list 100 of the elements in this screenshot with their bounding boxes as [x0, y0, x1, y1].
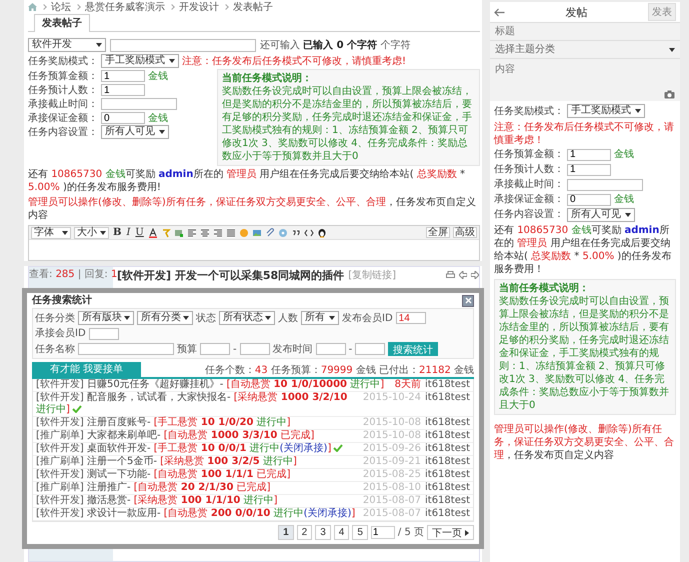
font-select[interactable]: 字体 — [31, 226, 71, 238]
field-label: 任务奖励模式： — [494, 104, 564, 118]
filter-field[interactable] — [316, 343, 346, 355]
caret-right-icon — [465, 530, 469, 536]
filter-label: 人数 — [278, 312, 298, 324]
select-field[interactable]: 所有人可见 — [101, 125, 169, 139]
close-button[interactable] — [462, 294, 474, 306]
field-label: 任务内容设置： — [494, 208, 564, 221]
input-field[interactable]: 1 — [101, 84, 145, 96]
tab[interactable]: 发表帖子 — [34, 14, 90, 32]
breadcrumb-link[interactable]: 悬赏任务威客演示 — [85, 0, 165, 14]
code-icon[interactable] — [304, 228, 314, 238]
task-link[interactable]: [软件开发] 求设计一款应用- [自动悬赏 200 0/0/10 进行中(关闭承接)] — [36, 508, 359, 520]
dialog-title: 任务搜索统计 — [32, 294, 92, 307]
next-page-button[interactable]: 下一页 — [427, 525, 474, 540]
filter-field[interactable] — [200, 343, 230, 355]
caret-icon — [100, 230, 106, 234]
input-field[interactable]: 1 — [567, 164, 611, 176]
category-select[interactable]: 软件开发 — [28, 38, 106, 52]
page-total: / 5 页 — [398, 526, 424, 539]
caret-icon — [329, 316, 335, 320]
page-button[interactable]: 5 — [352, 525, 368, 540]
task-link[interactable]: [软件开发] 桌面软件开发- [手工悬赏 10 0/0/1 进行中(关闭承接)] — [36, 443, 359, 455]
editor-mode-button[interactable]: 高级 — [453, 227, 477, 238]
task-date: 2015-08-07 — [362, 508, 421, 520]
task-link[interactable]: [推广刷单] 注册一个5金币- [采纳悬赏 100 3/2/5 进行中] — [36, 456, 359, 468]
list-icon[interactable] — [226, 228, 236, 238]
input-field[interactable] — [101, 98, 177, 110]
input-field[interactable]: 1 — [101, 70, 145, 82]
warning-text: 注意：任务发布后任务模式不可修改，请慎重考虑! — [182, 54, 406, 68]
filter-label: 预算 — [177, 342, 197, 356]
filter-field[interactable]: 14 — [396, 312, 426, 324]
task-link[interactable]: [推广刷单] 大家都来刷单吧- [自动悬赏 1000 3/3/10 已完成] — [36, 430, 359, 442]
fee-note: 还有 10865730 金钱可奖励 admin所在的 管理员 用户组在任务完成后要交纳给本站( 总奖励数 * 5.00% )的任务发布服务费用！ — [494, 224, 672, 276]
select-field[interactable]: 手工奖励模式 — [567, 104, 645, 118]
task-date: 2015-08-07 — [362, 495, 421, 507]
filter-select[interactable]: 所有版块 — [78, 311, 134, 325]
input-field[interactable]: 1 — [567, 148, 611, 160]
task-link[interactable]: [软件开发] 测试一下功能- [自动悬赏 100 1/1/1 已完成] — [36, 469, 359, 481]
task-link[interactable]: [软件开发] 日赚50元任务《超好赚挂机》- [自动悬赏 10 1/0/10000 进行中] — [36, 379, 391, 391]
task-user: it618test — [425, 417, 470, 429]
filter-field[interactable] — [78, 343, 174, 355]
align-right-icon[interactable] — [212, 228, 223, 238]
format-button[interactable]: U — [134, 227, 145, 238]
breadcrumb-link[interactable]: 发表帖子 — [233, 0, 273, 14]
text-color-icon[interactable] — [148, 228, 158, 238]
filter-select[interactable]: 所有 — [301, 311, 339, 325]
caret-icon — [96, 43, 102, 47]
filter-field[interactable] — [355, 343, 386, 355]
filter-field[interactable] — [240, 343, 270, 355]
field-label: 任务预算金额： — [28, 70, 98, 82]
task-user: it618test — [425, 508, 470, 520]
quote-icon[interactable] — [290, 228, 301, 238]
task-date: 2015-09-21 — [362, 456, 421, 468]
caret-icon — [62, 230, 68, 234]
left-arrow-icon — [459, 271, 467, 279]
input-field[interactable]: 0 — [567, 194, 611, 206]
filter-label: 发布会员ID — [342, 312, 393, 324]
editor-mode-button[interactable]: 全屏 — [426, 227, 450, 238]
task-link[interactable]: [软件开发] 配音服务，试试看，大家快报名- [采纳悬赏 1000 3/2/10 进行中] — [36, 392, 359, 416]
format-button[interactable]: I — [125, 227, 132, 238]
help-text: 奖励数任务设完成时可以自由设置，预算上限会被冻结，但是奖励的积分不是冻结金里的，所以预算被冻结后，要有足够的积分奖励，任务完成时退还冻结金和保证金，手工奖励模式独有的规则：1、冻结预算金额 2、预算只可修改1次 3、奖励数可以修改 4、任务完成条件：奖励总数应小于等于预算数并且大于0 — [222, 85, 473, 163]
filter-select[interactable]: 所有状态 — [219, 311, 275, 325]
paperclip-icon[interactable] — [264, 228, 275, 238]
panel-title: 发帖 — [566, 6, 588, 18]
task-link[interactable]: [软件开发] 撤活悬赏- [采纳悬赏 100 1/1/10 进行中] — [36, 495, 359, 507]
title-field[interactable] — [110, 38, 256, 52]
unit-label: 金钱 — [614, 193, 634, 206]
size-select[interactable]: 大小 — [74, 226, 109, 238]
task-summary: 任务个数：43 任务预算：79999 金钱 已付出：21182 金钱 — [204, 364, 474, 377]
fee-note: 还有 10865730 金钱可奖励 admin所在的 管理员 用户组在任务完成后要交纳给本站( 总奖励数 * 5.00% )的任务发布服务费用! — [28, 168, 466, 194]
task-date: 2015-09-26 — [362, 443, 421, 455]
align-center-icon[interactable] — [200, 228, 210, 238]
filter-select[interactable]: 所有分类 — [137, 311, 193, 325]
format-button[interactable]: B — [112, 227, 122, 238]
input-field[interactable]: 0 — [101, 112, 145, 124]
filter-label: - — [348, 342, 352, 356]
select-field[interactable]: 所有人可见 — [567, 208, 635, 222]
image-table-icon[interactable] — [174, 228, 184, 238]
penguin-icon[interactable] — [316, 228, 327, 238]
breadcrumb-link[interactable]: 论坛 — [51, 0, 71, 14]
select-field[interactable]: 手工奖励模式 — [101, 54, 179, 68]
align-left-icon[interactable] — [186, 228, 197, 238]
filter-field[interactable] — [88, 328, 119, 340]
task-link[interactable]: [软件开发] 注册百度账号- [手工悬赏 10 1/0/20 进行中] — [36, 417, 359, 429]
breadcrumb-link[interactable]: 开发设计 — [179, 0, 219, 14]
page-button[interactable]: 3 — [315, 525, 331, 540]
filter-label: 任务分类 — [35, 312, 75, 324]
picture-icon[interactable] — [252, 228, 262, 238]
task-link[interactable]: [推广刷单] 注册推广- [自动悬赏 20 2/1/30 已完成] — [36, 482, 359, 494]
page-button[interactable]: 2 — [296, 525, 312, 540]
post-title: [软件开发] 开发一个可以采集58同城网的插件 — [117, 268, 344, 282]
page-button[interactable]: 4 — [334, 525, 350, 540]
task-user: it618test — [425, 379, 470, 391]
help-text: 奖励数任务设完成时可以自由设置，预算上限会被冻结，但是奖励的积分不是冻结金里的，所以预算被冻结后，要有足够的积分奖励，任务完成时退还冻结金和保证金，手工奖励模式独有的规则：1、冻结预算金额 2、预算只可修改1次 3、奖励数可以修改 4、任务完成条件：奖励总数应小于等于预算数并且大于0 — [499, 295, 670, 412]
filter-label: 发布时间 — [272, 342, 313, 356]
page-field[interactable]: 1 — [370, 526, 395, 539]
input-field[interactable] — [567, 178, 643, 190]
unit-label: 金钱 — [148, 70, 168, 82]
page-button[interactable]: 1 — [278, 525, 294, 540]
